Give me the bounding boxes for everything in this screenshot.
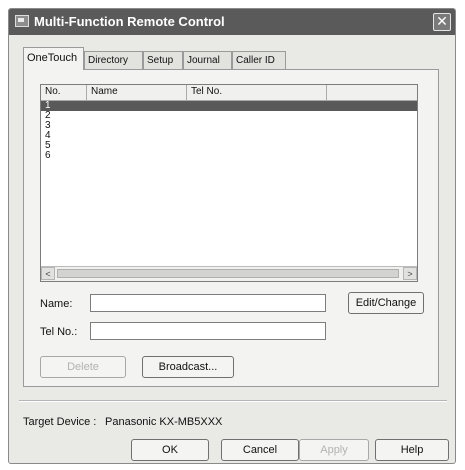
scrollbar-thumb[interactable] bbox=[57, 269, 399, 278]
horizontal-scrollbar[interactable]: < > bbox=[41, 266, 417, 281]
scroll-right-icon[interactable]: > bbox=[403, 267, 417, 280]
list-item[interactable]: 5 bbox=[41, 141, 417, 151]
tel-field[interactable] bbox=[90, 322, 326, 340]
scroll-left-icon[interactable]: < bbox=[41, 267, 55, 280]
separator bbox=[19, 400, 447, 402]
target-device-label: Target Device : bbox=[23, 416, 97, 428]
list-item[interactable]: 3 bbox=[41, 121, 417, 131]
title-bar[interactable]: Multi-Function Remote Control ✕ bbox=[9, 9, 455, 35]
app-icon bbox=[15, 15, 29, 27]
edit-change-button[interactable]: Edit/Change bbox=[348, 292, 424, 314]
help-button[interactable]: Help bbox=[375, 439, 449, 461]
list-item[interactable]: 4 bbox=[41, 131, 417, 141]
list-header: No. Name Tel No. bbox=[41, 85, 417, 101]
cancel-button[interactable]: Cancel bbox=[221, 439, 299, 461]
target-device-value: Panasonic KX-MB5XXX bbox=[105, 416, 223, 428]
name-field[interactable] bbox=[90, 294, 326, 312]
onetouch-list[interactable]: No. Name Tel No. 1 2 3 4 5 6 < > bbox=[40, 84, 418, 282]
column-header-no[interactable]: No. bbox=[41, 85, 87, 100]
tab-directory[interactable]: Directory bbox=[84, 51, 143, 69]
broadcast-button[interactable]: Broadcast... bbox=[142, 356, 234, 378]
tab-caller-id[interactable]: Caller ID bbox=[232, 51, 286, 69]
list-item[interactable]: 1 bbox=[41, 101, 417, 111]
tel-label: Tel No.: bbox=[40, 326, 78, 338]
ok-button[interactable]: OK bbox=[131, 439, 209, 461]
name-label: Name: bbox=[40, 298, 73, 310]
tab-setup[interactable]: Setup bbox=[143, 51, 183, 69]
delete-button[interactable]: Delete bbox=[40, 356, 126, 378]
close-button[interactable]: ✕ bbox=[433, 13, 451, 31]
apply-button[interactable]: Apply bbox=[299, 439, 369, 461]
tab-journal[interactable]: Journal bbox=[183, 51, 232, 69]
onetouch-panel: No. Name Tel No. 1 2 3 4 5 6 < > Name: E… bbox=[23, 69, 439, 387]
column-header-tel[interactable]: Tel No. bbox=[187, 85, 327, 100]
list-item[interactable]: 6 bbox=[41, 151, 417, 161]
list-item[interactable]: 2 bbox=[41, 111, 417, 121]
window-title: Multi-Function Remote Control bbox=[34, 14, 225, 29]
tab-onetouch[interactable]: OneTouch bbox=[23, 47, 84, 70]
remote-control-dialog: Multi-Function Remote Control ✕ OneTouch… bbox=[8, 8, 456, 464]
column-header-name[interactable]: Name bbox=[87, 85, 187, 100]
